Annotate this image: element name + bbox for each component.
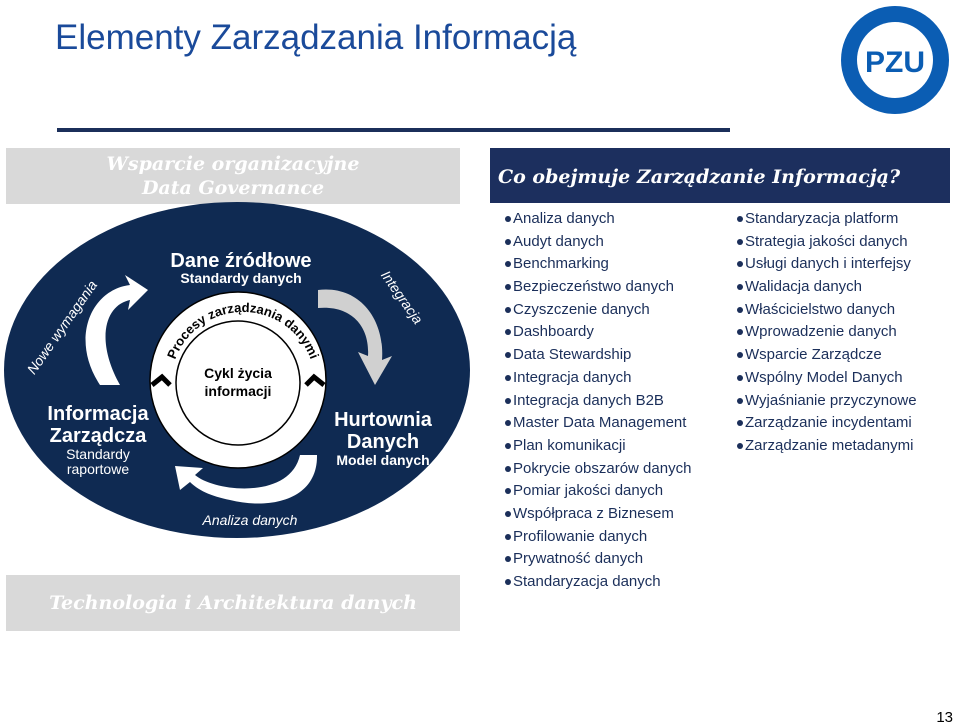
mgmt-info-sub2: raportowe: [67, 461, 129, 477]
list-item: Czyszczenie danych: [505, 299, 691, 322]
warehouse-sub: Model danych: [336, 452, 429, 468]
technology-box: Technologia i Architektura danych: [6, 575, 460, 631]
list-item: Usługi danych i interfejsy: [737, 253, 917, 276]
mgmt-info-sub1: Standardy: [66, 446, 130, 462]
warehouse-title2: Danych: [347, 431, 419, 453]
list-item: Standaryzacja platform: [737, 208, 917, 231]
list-item: Integracja danych: [505, 367, 691, 390]
list-item: Master Data Management: [505, 412, 691, 435]
list-item: Wyjaśnianie przyczynowe: [737, 390, 917, 413]
list-item: Zarządzanie incydentami: [737, 412, 917, 435]
mgmt-info-title2: Zarządcza: [50, 425, 148, 447]
scope-list-col2: Standaryzacja platform Strategia jakości…: [737, 208, 917, 458]
page-title: Elementy Zarządzania Informacją: [55, 18, 577, 57]
list-item: Audyt danych: [505, 231, 691, 254]
list-item: Pokrycie obszarów danych: [505, 458, 691, 481]
list-item: Współpraca z Biznesem: [505, 503, 691, 526]
mgmt-info-title1: Informacja: [47, 403, 149, 425]
list-item: Wprowadzenie danych: [737, 321, 917, 344]
list-item: Pomiar jakości danych: [505, 480, 691, 503]
list-item: Strategia jakości danych: [737, 231, 917, 254]
list-item: Analiza danych: [505, 208, 691, 231]
list-item: Plan komunikacji: [505, 435, 691, 458]
list-item: Właścicielstwo danych: [737, 299, 917, 322]
pzu-logo: PZU: [841, 6, 949, 114]
list-item: Profilowanie danych: [505, 526, 691, 549]
warehouse-title1: Hurtownia: [334, 409, 433, 431]
governance-line1: Wsparcie organizacyjne: [106, 153, 360, 175]
list-item: Benchmarking: [505, 253, 691, 276]
source-title: Dane źródłowe: [170, 250, 311, 272]
right-panel-heading: Co obejmuje Zarządzanie Informacją?: [490, 148, 950, 203]
list-item: Prywatność danych: [505, 548, 691, 571]
list-item: Bezpieczeństwo danych: [505, 276, 691, 299]
title-underline: [57, 128, 730, 132]
list-item: Standaryzacja danych: [505, 571, 691, 594]
list-item: Zarządzanie metadanymi: [737, 435, 917, 458]
list-item: Wsparcie Zarządcze: [737, 344, 917, 367]
governance-line2: Data Governance: [141, 177, 325, 199]
analysis-label: Analiza danych: [202, 512, 298, 528]
center-line1: Cykl życia: [204, 365, 272, 381]
center-line2: informacji: [205, 383, 272, 399]
page-number: 13: [936, 709, 953, 726]
information-lifecycle-diagram: Procesy zarządzania danymi Cykl życia in…: [4, 202, 470, 538]
list-item: Walidacja danych: [737, 276, 917, 299]
scope-list-col1: Analiza danych Audyt danych Benchmarking…: [505, 208, 691, 594]
source-sub: Standardy danych: [180, 270, 301, 286]
svg-text:PZU: PZU: [865, 46, 925, 79]
list-item: Dashboardy: [505, 321, 691, 344]
list-item: Wspólny Model Danych: [737, 367, 917, 390]
list-item: Integracja danych B2B: [505, 390, 691, 413]
list-item: Data Stewardship: [505, 344, 691, 367]
governance-box: Wsparcie organizacyjne Data Governance: [6, 148, 460, 204]
